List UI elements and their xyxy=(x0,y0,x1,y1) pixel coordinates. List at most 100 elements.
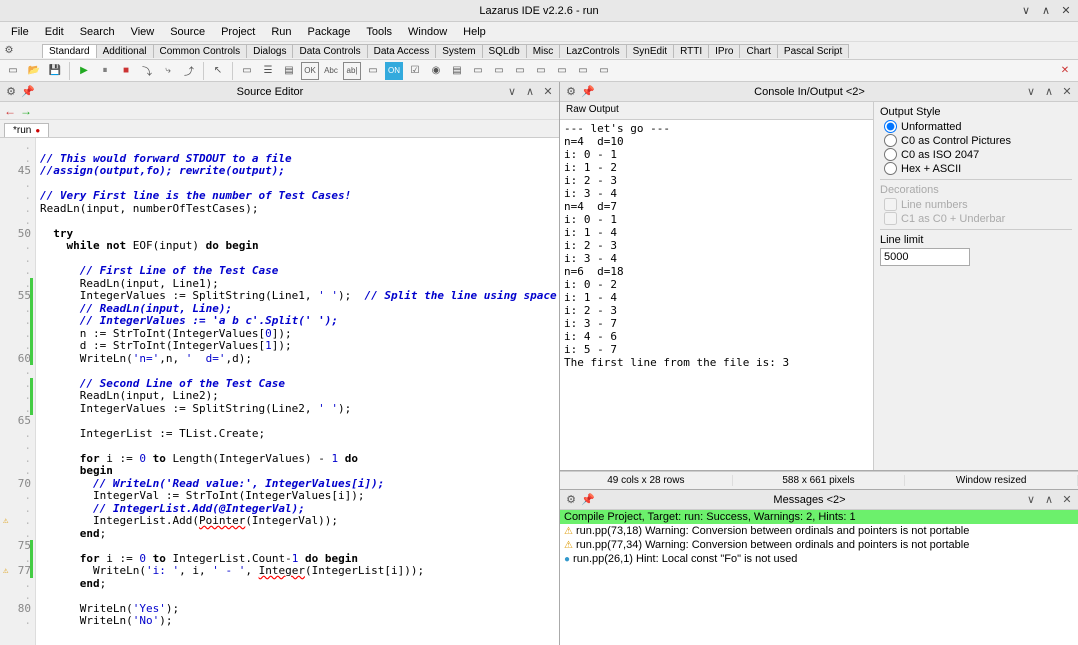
palette-config-icon[interactable]: ⚙ xyxy=(0,42,18,60)
panel-gear-icon[interactable]: ⚙ xyxy=(4,85,18,99)
code-body[interactable]: // This would forward STDOUT to a file//… xyxy=(36,138,559,645)
palette-tab-misc[interactable]: Misc xyxy=(526,44,561,58)
palette-tab-sqldb[interactable]: SQLdb xyxy=(482,44,527,58)
palette-tab-common-controls[interactable]: Common Controls xyxy=(153,44,248,58)
gutter: ..45....50....55....60....65....70..⚠..7… xyxy=(0,138,36,645)
output-style-c0-as-control-pictures[interactable]: C0 as Control Pictures xyxy=(880,134,1072,147)
component-mainmenu-icon[interactable]: ☰ xyxy=(259,62,277,80)
palette-tab-dialogs[interactable]: Dialogs xyxy=(246,44,293,58)
component-radiogroup-icon[interactable]: ▭ xyxy=(532,62,550,80)
console-left: Raw Output --- let's go --- n=4 d=10 i: … xyxy=(560,102,873,470)
panel-max-icon[interactable]: ∧ xyxy=(523,85,537,99)
messages-list[interactable]: Compile Project, Target: run: Success, W… xyxy=(560,510,1078,645)
menu-project[interactable]: Project xyxy=(214,24,262,40)
menu-run[interactable]: Run xyxy=(264,24,298,40)
panel-max-icon[interactable]: ∧ xyxy=(1042,493,1056,507)
menu-package[interactable]: Package xyxy=(301,24,358,40)
code-editor[interactable]: ..45....50....55....60....65....70..⚠..7… xyxy=(0,138,559,645)
nav-fwd-icon[interactable]: → xyxy=(20,104,32,118)
new-file-icon[interactable]: ▭ xyxy=(4,62,22,80)
menubar: FileEditSearchViewSourceProjectRunPackag… xyxy=(0,22,1078,42)
palette-tab-data-controls[interactable]: Data Controls xyxy=(292,44,367,58)
component-popup-icon[interactable]: ▤ xyxy=(280,62,298,80)
line-limit-input[interactable] xyxy=(880,248,970,266)
component-memo-icon[interactable]: ▭ xyxy=(364,62,382,80)
palette-tab-pascal-script[interactable]: Pascal Script xyxy=(777,44,849,58)
pause-icon[interactable]: ⏸ xyxy=(96,62,114,80)
panel-pin-icon[interactable]: 📌 xyxy=(581,493,595,507)
palette-tab-lazcontrols[interactable]: LazControls xyxy=(559,44,626,58)
output-style-hex-+-ascii[interactable]: Hex + ASCII xyxy=(880,162,1072,175)
panel-min-icon[interactable]: ∨ xyxy=(1024,493,1038,507)
minimize-icon[interactable]: ∨ xyxy=(1020,5,1032,17)
step-out-icon[interactable]: ⤴ xyxy=(180,62,198,80)
tab-close-icon[interactable]: ● xyxy=(35,126,40,135)
component-checkgroup-icon[interactable]: ▭ xyxy=(553,62,571,80)
console-header: ⚙ 📌 Console In/Output <2> ∨ ∧ ✕ xyxy=(560,82,1078,102)
component-actionlist-icon[interactable]: ▭ xyxy=(595,62,613,80)
source-editor-title: Source Editor xyxy=(35,86,505,98)
menu-source[interactable]: Source xyxy=(163,24,212,40)
menu-edit[interactable]: Edit xyxy=(38,24,71,40)
component-checkbox-icon[interactable]: ☑ xyxy=(406,62,424,80)
panel-pin-icon[interactable]: 📌 xyxy=(581,85,595,99)
source-editor-header: ⚙ 📌 Source Editor ∨ ∧ ✕ xyxy=(0,82,559,102)
output-style-unformatted[interactable]: Unformatted xyxy=(880,120,1072,133)
run-icon[interactable]: ▶ xyxy=(75,62,93,80)
palette-tab-rtti[interactable]: RTTI xyxy=(673,44,709,58)
component-button-icon[interactable]: OK xyxy=(301,62,319,80)
stop-icon[interactable]: ■ xyxy=(117,62,135,80)
component-listbox-icon[interactable]: ▤ xyxy=(448,62,466,80)
palette-tab-system[interactable]: System xyxy=(435,44,482,58)
menu-tools[interactable]: Tools xyxy=(359,24,399,40)
save-file-icon[interactable]: 💾 xyxy=(46,62,64,80)
message-line[interactable]: Compile Project, Target: run: Success, W… xyxy=(560,510,1078,524)
component-panel-icon[interactable]: ▭ xyxy=(574,62,592,80)
component-toggle-icon[interactable]: ON xyxy=(385,62,403,80)
open-file-icon[interactable]: 📂 xyxy=(25,62,43,80)
component-radio-icon[interactable]: ◉ xyxy=(427,62,445,80)
console-status: 49 cols x 28 rows 588 x 661 pixels Windo… xyxy=(560,471,1078,489)
panel-close-icon[interactable]: ✕ xyxy=(1060,85,1074,99)
menu-file[interactable]: File xyxy=(4,24,36,40)
palette-tab-data-access[interactable]: Data Access xyxy=(367,44,437,58)
step-into-icon[interactable]: ⤷ xyxy=(159,62,177,80)
palette-tab-ipro[interactable]: IPro xyxy=(708,44,740,58)
panel-max-icon[interactable]: ∧ xyxy=(1042,85,1056,99)
component-combobox-icon[interactable]: ▭ xyxy=(469,62,487,80)
output-style-c0-as-iso-2047[interactable]: C0 as ISO 2047 xyxy=(880,148,1072,161)
component-label-icon[interactable]: Abc xyxy=(322,62,340,80)
palette-tab-chart[interactable]: Chart xyxy=(739,44,777,58)
component-edit-icon[interactable]: ab| xyxy=(343,62,361,80)
panel-pin-icon[interactable]: 📌 xyxy=(21,85,35,99)
nav-back-icon[interactable]: ← xyxy=(4,104,16,118)
panel-close-icon[interactable]: ✕ xyxy=(1060,493,1074,507)
panel-min-icon[interactable]: ∨ xyxy=(505,85,519,99)
panel-gear-icon[interactable]: ⚙ xyxy=(564,493,578,507)
menu-help[interactable]: Help xyxy=(456,24,493,40)
panel-min-icon[interactable]: ∨ xyxy=(1024,85,1038,99)
menu-window[interactable]: Window xyxy=(401,24,454,40)
panel-close-icon[interactable]: ✕ xyxy=(541,85,555,99)
palette-tab-additional[interactable]: Additional xyxy=(96,44,154,58)
message-line[interactable]: ⚠run.pp(73,18) Warning: Conversion betwe… xyxy=(560,524,1078,538)
arrow-icon[interactable]: ↖ xyxy=(209,62,227,80)
message-line[interactable]: ●run.pp(26,1) Hint: Local const "Fo" is … xyxy=(560,552,1078,566)
help-icon[interactable]: ✕ xyxy=(1056,62,1074,80)
console-text[interactable]: --- let's go --- n=4 d=10 i: 0 - 1 i: 1 … xyxy=(560,120,873,470)
file-tab-run[interactable]: *run ● xyxy=(4,123,49,137)
panel-gear-icon[interactable]: ⚙ xyxy=(564,85,578,99)
menu-view[interactable]: View xyxy=(124,24,162,40)
raw-output-tab[interactable]: Raw Output xyxy=(560,102,873,120)
menu-search[interactable]: Search xyxy=(73,24,122,40)
line-limit-label: Line limit xyxy=(880,234,1072,246)
maximize-icon[interactable]: ∧ xyxy=(1040,5,1052,17)
palette-tab-synedit[interactable]: SynEdit xyxy=(626,44,674,58)
component-groupbox-icon[interactable]: ▭ xyxy=(511,62,529,80)
step-over-icon[interactable]: ⤵ xyxy=(138,62,156,80)
component-frame-icon[interactable]: ▭ xyxy=(238,62,256,80)
palette-tab-standard[interactable]: Standard xyxy=(42,44,97,58)
message-line[interactable]: ⚠run.pp(77,34) Warning: Conversion betwe… xyxy=(560,538,1078,552)
close-icon[interactable]: ✕ xyxy=(1060,5,1072,17)
component-scrollbar-icon[interactable]: ▭ xyxy=(490,62,508,80)
